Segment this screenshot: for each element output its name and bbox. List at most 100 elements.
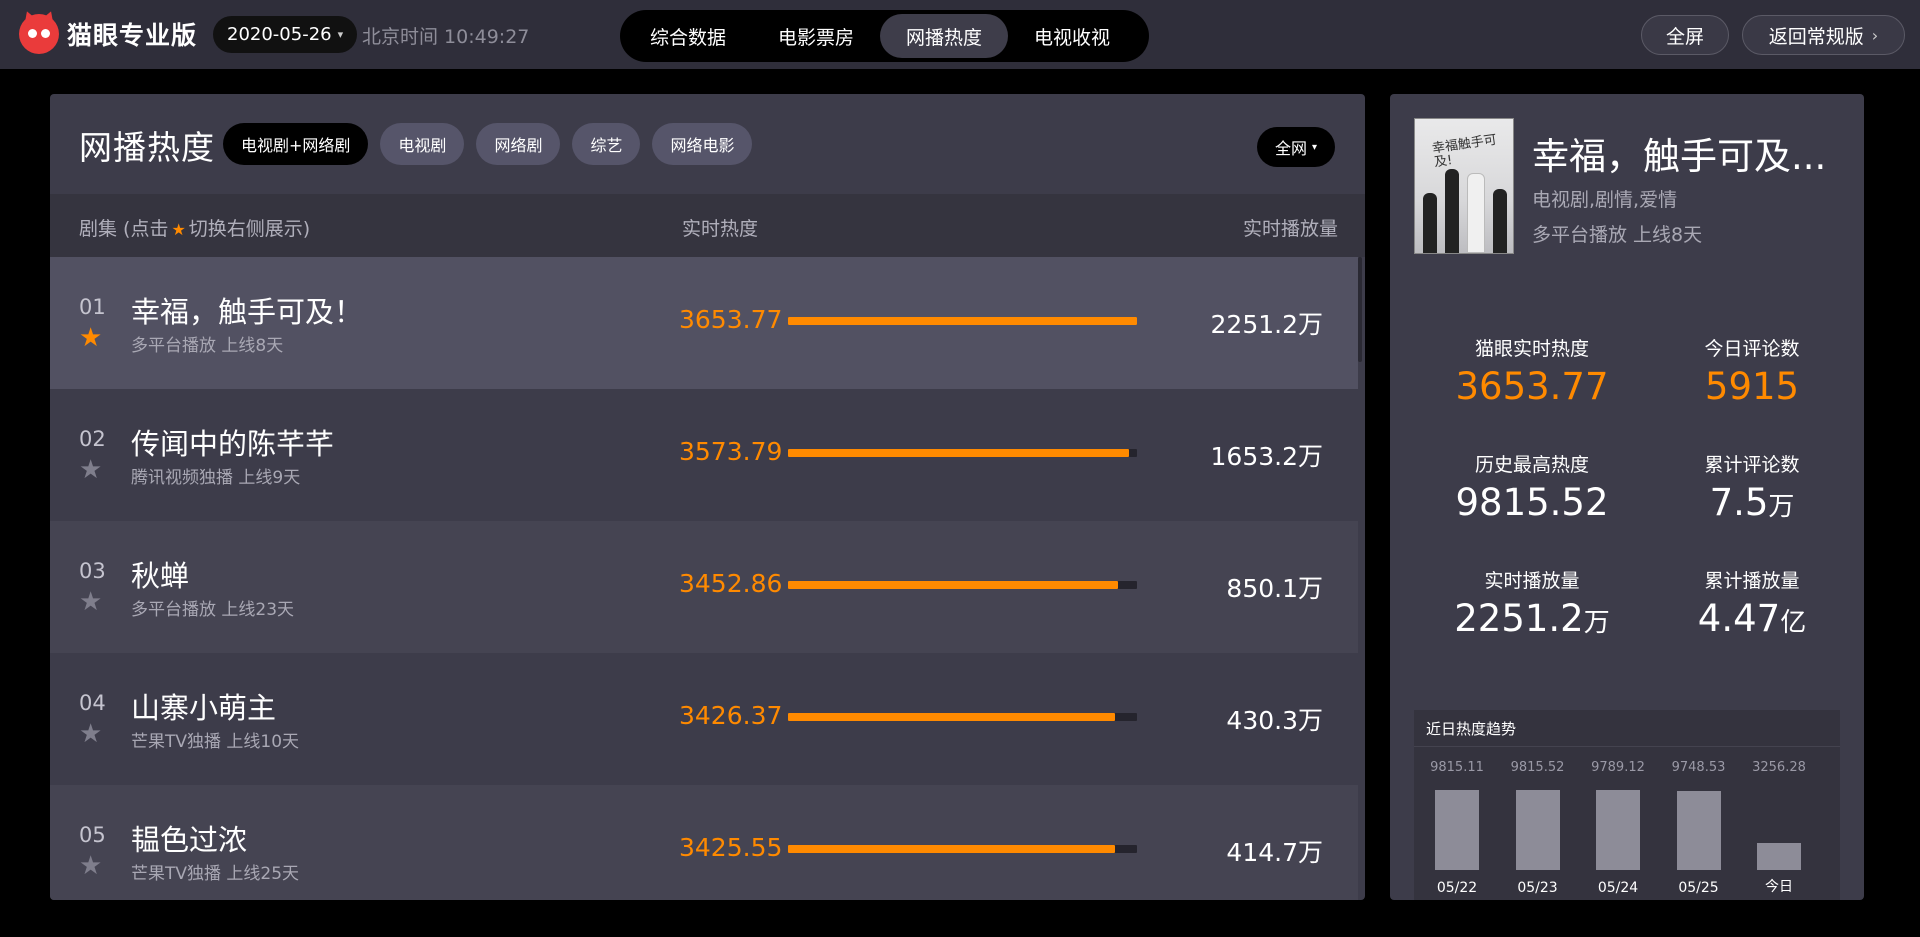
trend-bar — [1596, 790, 1640, 870]
stat-value: 9815.52 — [1422, 481, 1642, 524]
heat-bar — [788, 713, 1137, 721]
heat-value: 3426.37 — [679, 701, 783, 730]
stat-label: 今日评论数 — [1704, 338, 1800, 360]
detail-platform: 多平台播放 上线8天 — [1532, 224, 1703, 246]
star-icon: ★ — [171, 220, 186, 239]
column-heat: 实时热度 — [682, 218, 759, 240]
nav-tab[interactable]: 电视收视 — [1008, 14, 1136, 58]
trend-column: 9748.53 05/25 — [1659, 756, 1739, 900]
series-name: 幸福，触手可及！ — [131, 295, 364, 329]
stat-number: 7.5 — [1709, 481, 1769, 524]
nav-tab[interactable]: 综合数据 — [624, 14, 752, 58]
top-bar: 猫眼专业版 2020-05-26 ▾ 北京时间 10:49:27 综合数据 电影票… — [0, 0, 1920, 69]
cat-eye-logo-icon — [19, 8, 59, 54]
main-nav: 综合数据 电影票房 网播热度 电视收视 — [620, 10, 1149, 62]
stat-number: 2251.2 — [1454, 597, 1584, 640]
fullscreen-label: 全屏 — [1665, 25, 1704, 48]
trend-date-label: 05/25 — [1678, 880, 1719, 896]
scrollbar[interactable] — [1358, 257, 1362, 362]
play-count: 1653.2万 — [1210, 442, 1323, 471]
column-series-suffix: 切换右侧展示) — [188, 218, 311, 240]
nav-tab[interactable]: 电影票房 — [752, 14, 880, 58]
table-row[interactable]: 04 ★ 山寨小萌主 芒果TV独播 上线10天 3426.37 430.3万 — [50, 653, 1358, 785]
filter-pill[interactable]: 网络电影 — [652, 123, 753, 165]
table-row[interactable]: 03 ★ 秋蝉 多平台播放 上线23天 3452.86 850.1万 — [50, 521, 1358, 653]
table-row[interactable]: 02 ★ 传闻中的陈芊芊 腾讯视频独播 上线9天 3573.79 1653.2万 — [50, 389, 1358, 521]
fullscreen-button[interactable]: 全屏 — [1641, 15, 1729, 55]
trend-title: 近日热度趋势 — [1426, 720, 1517, 738]
heat-value: 3653.77 — [679, 305, 783, 334]
series-meta: 芒果TV独播 上线10天 — [131, 732, 300, 752]
logo-text: 猫眼专业版 — [67, 21, 198, 50]
play-count: 850.1万 — [1226, 574, 1323, 603]
heat-value: 3425.55 — [679, 833, 783, 862]
series-meta: 芒果TV独播 上线25天 — [131, 864, 300, 884]
date-picker[interactable]: 2020-05-26 ▾ — [213, 16, 358, 53]
detail-genre: 电视剧,剧情,爱情 — [1532, 189, 1678, 211]
heat-bar — [788, 581, 1137, 589]
rank-number: 03 — [79, 559, 106, 583]
trend-date-label: 05/22 — [1436, 880, 1478, 896]
beijing-time: 北京时间 10:49:27 — [362, 26, 530, 48]
panel-title: 网播热度 — [79, 128, 215, 167]
series-name: 传闻中的陈芊芊 — [131, 427, 335, 461]
stat-block: 实时播放量 2251.2万 — [1422, 566, 1642, 640]
date-value: 2020-05-26 — [227, 24, 332, 45]
heat-value: 3573.79 — [679, 437, 783, 466]
chevron-down-icon: ▾ — [337, 28, 344, 41]
back-to-normal-button[interactable]: 返回常规版 › — [1742, 15, 1905, 55]
stat-unit: 万 — [1768, 492, 1795, 522]
star-icon[interactable]: ★ — [79, 589, 102, 615]
star-icon[interactable]: ★ — [79, 721, 102, 747]
stat-label: 实时播放量 — [1484, 570, 1580, 592]
logo[interactable]: 猫眼专业版 — [19, 8, 198, 54]
stat-block: 累计播放量 4.47亿 — [1642, 566, 1862, 640]
stat-block: 猫眼实时热度 3653.77 — [1422, 334, 1642, 408]
stat-value: 4.47亿 — [1642, 597, 1862, 640]
play-count: 2251.2万 — [1210, 310, 1323, 339]
table-row[interactable]: 01 ★ 幸福，触手可及！ 多平台播放 上线8天 3653.77 2251.2万 — [50, 257, 1358, 389]
trend-value-label: 9748.53 — [1671, 760, 1726, 775]
rank-number: 02 — [79, 427, 106, 451]
filter-pill[interactable]: 电视剧+网络剧 — [223, 123, 369, 165]
stat-label: 累计播放量 — [1704, 570, 1800, 592]
stat-value: 3653.77 — [1422, 365, 1642, 408]
stat-block: 历史最高热度 9815.52 — [1422, 450, 1642, 524]
trend-column: 3256.28 今日 — [1739, 756, 1819, 900]
back-label: 返回常规版 — [1768, 25, 1864, 48]
nav-tab[interactable]: 网播热度 — [880, 14, 1009, 58]
region-value: 全网 — [1274, 139, 1307, 158]
stat-number: 5915 — [1704, 365, 1800, 408]
rank-number: 01 — [79, 295, 106, 319]
heat-bar — [788, 449, 1137, 457]
trend-value-label: 9789.12 — [1591, 760, 1645, 775]
stat-value: 7.5万 — [1642, 481, 1862, 524]
filter-pill[interactable]: 网络剧 — [476, 123, 561, 165]
star-icon[interactable]: ★ — [79, 325, 102, 351]
stat-label: 历史最高热度 — [1474, 454, 1589, 476]
region-select[interactable]: 全网 ▾ — [1256, 127, 1335, 167]
trend-column: 9789.12 05/24 — [1578, 756, 1658, 900]
trend-date-label: 今日 — [1765, 879, 1793, 895]
trend-value-label: 9815.52 — [1510, 760, 1565, 775]
table-row[interactable]: 05 ★ 韫色过浓 芒果TV独播 上线25天 3425.55 414.7万 — [50, 785, 1358, 900]
trend-column: 9815.11 05/22 — [1417, 756, 1497, 900]
trend-bar — [1515, 790, 1560, 870]
trend-bar — [1757, 843, 1801, 870]
filter-pill[interactable]: 电视剧 — [380, 123, 465, 165]
chevron-down-icon: ▾ — [1311, 141, 1317, 153]
heat-bar-fill — [788, 449, 1130, 457]
stat-number: 3653.77 — [1455, 365, 1609, 408]
heat-bar — [788, 317, 1137, 325]
ranking-list: 01 ★ 幸福，触手可及！ 多平台播放 上线8天 3653.77 2251.2万 02 ★ 传闻… — [50, 257, 1365, 900]
star-icon[interactable]: ★ — [79, 853, 102, 879]
stat-block: 累计评论数 7.5万 — [1642, 450, 1862, 524]
stat-block: 今日评论数 5915 — [1642, 334, 1862, 408]
trend-bar — [1676, 791, 1721, 870]
filter-pill[interactable]: 综艺 — [572, 123, 641, 165]
stat-label: 猫眼实时热度 — [1474, 338, 1589, 360]
poster-text: 幸福触手可及! — [1431, 132, 1498, 171]
star-icon[interactable]: ★ — [79, 457, 102, 483]
table-header: 剧集 (点击 ★ 切换右侧展示) 实时热度 实时播放量 — [50, 194, 1365, 257]
trend-value-label: 9815.11 — [1430, 760, 1484, 775]
